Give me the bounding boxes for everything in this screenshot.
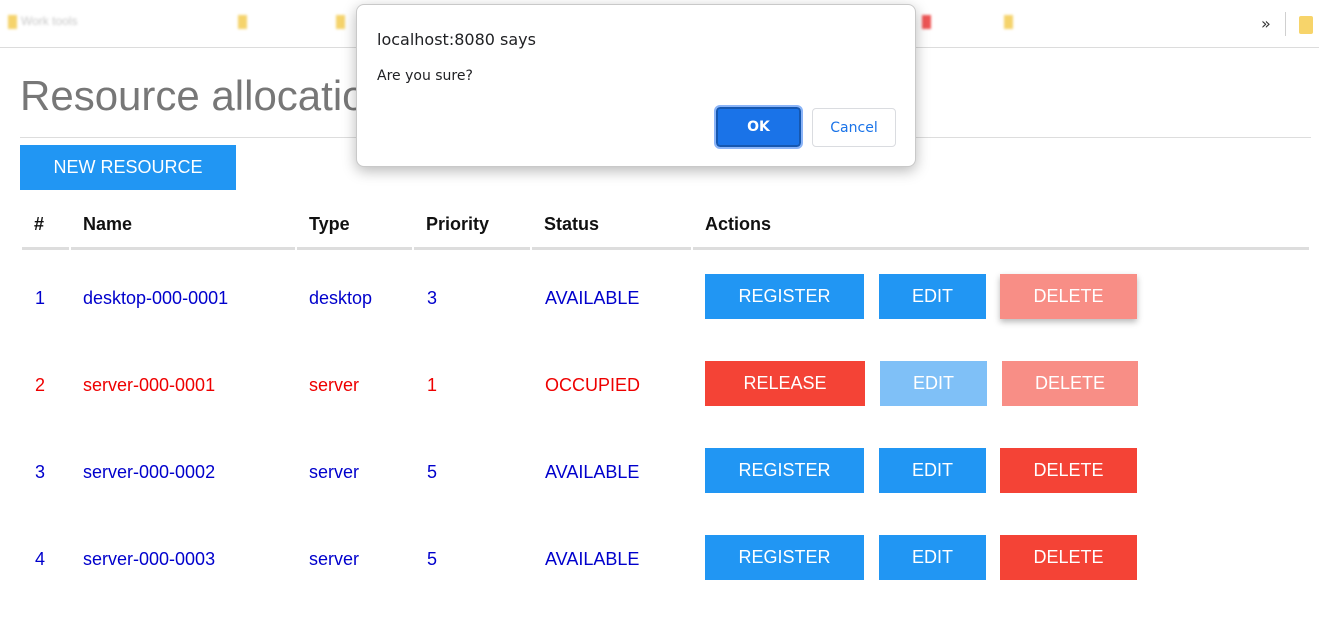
bookmarks-overflow-button[interactable]: » [1261,14,1271,33]
row-index: 2 [35,375,46,395]
bookmark-favicon-icon [922,14,931,29]
resource-name: server-000-0001 [83,375,216,395]
cancel-button[interactable]: Cancel [812,108,896,147]
row-index: 3 [35,462,46,482]
bookmarks-divider [1285,12,1286,36]
table-row: 1 desktop-000-0001 desktop 3 AVAILABLE R… [20,274,1311,361]
register-button[interactable]: REGISTER [705,535,864,580]
register-button[interactable]: REGISTER [705,448,864,493]
bookmark-item[interactable] [1004,14,1017,34]
row-index: 1 [35,288,46,308]
ok-button[interactable]: OK [714,105,803,149]
table-row: 4 server-000-0003 server 5 AVAILABLE REG… [20,535,1311,622]
resource-priority: 5 [427,549,438,569]
other-bookmarks-folder-icon[interactable] [1299,16,1313,34]
edit-button[interactable]: EDIT [879,448,986,493]
column-header-index: # [22,200,69,250]
bookmark-folder-icon [336,14,345,29]
column-header-name: Name [71,200,295,250]
resource-name: server-000-0003 [83,549,216,569]
bookmark-folder-icon [1004,14,1013,29]
dialog-message: Are you sure? [377,68,473,84]
edit-button[interactable]: EDIT [880,361,987,406]
resource-type: server [309,375,360,395]
resource-status: OCCUPIED [545,375,641,395]
dialog-origin: localhost:8080 says [377,30,536,49]
resource-type: desktop [309,288,373,308]
bookmark-folder-icon [8,14,17,29]
bookmark-item[interactable] [922,14,935,34]
column-header-priority: Priority [414,200,530,250]
resource-status: AVAILABLE [545,549,640,569]
table-row: 3 server-000-0002 server 5 AVAILABLE REG… [20,448,1311,535]
column-header-actions: Actions [693,200,1309,250]
bookmark-folder-icon [238,14,247,29]
confirm-dialog: localhost:8080 says Are you sure? OK Can… [356,4,916,167]
bookmark-item[interactable] [238,14,251,34]
column-header-status: Status [532,200,691,250]
delete-button[interactable]: DELETE [1000,448,1137,493]
page-title: Resource allocatio [20,72,366,119]
edit-button[interactable]: EDIT [879,535,986,580]
bookmark-item[interactable]: Work tools [8,14,77,34]
resource-status: AVAILABLE [545,288,640,308]
bookmark-item[interactable] [336,14,349,34]
new-resource-button[interactable]: NEW RESOURCE [20,145,236,190]
resource-priority: 1 [427,375,438,395]
edit-button[interactable]: EDIT [879,274,986,319]
register-button[interactable]: REGISTER [705,274,864,319]
release-button[interactable]: RELEASE [705,361,865,406]
resource-name: desktop-000-0001 [83,288,229,308]
resource-name: server-000-0002 [83,462,216,482]
resource-status: AVAILABLE [545,462,640,482]
delete-button[interactable]: DELETE [1000,535,1137,580]
resource-type: server [309,462,360,482]
column-header-type: Type [297,200,412,250]
resource-priority: 5 [427,462,438,482]
delete-button[interactable]: DELETE [1000,274,1137,319]
row-index: 4 [35,549,46,569]
delete-button[interactable]: DELETE [1002,361,1138,406]
resource-priority: 3 [427,288,438,308]
resource-type: server [309,549,360,569]
table-row: 2 server-000-0001 server 1 OCCUPIED RELE… [20,361,1311,448]
